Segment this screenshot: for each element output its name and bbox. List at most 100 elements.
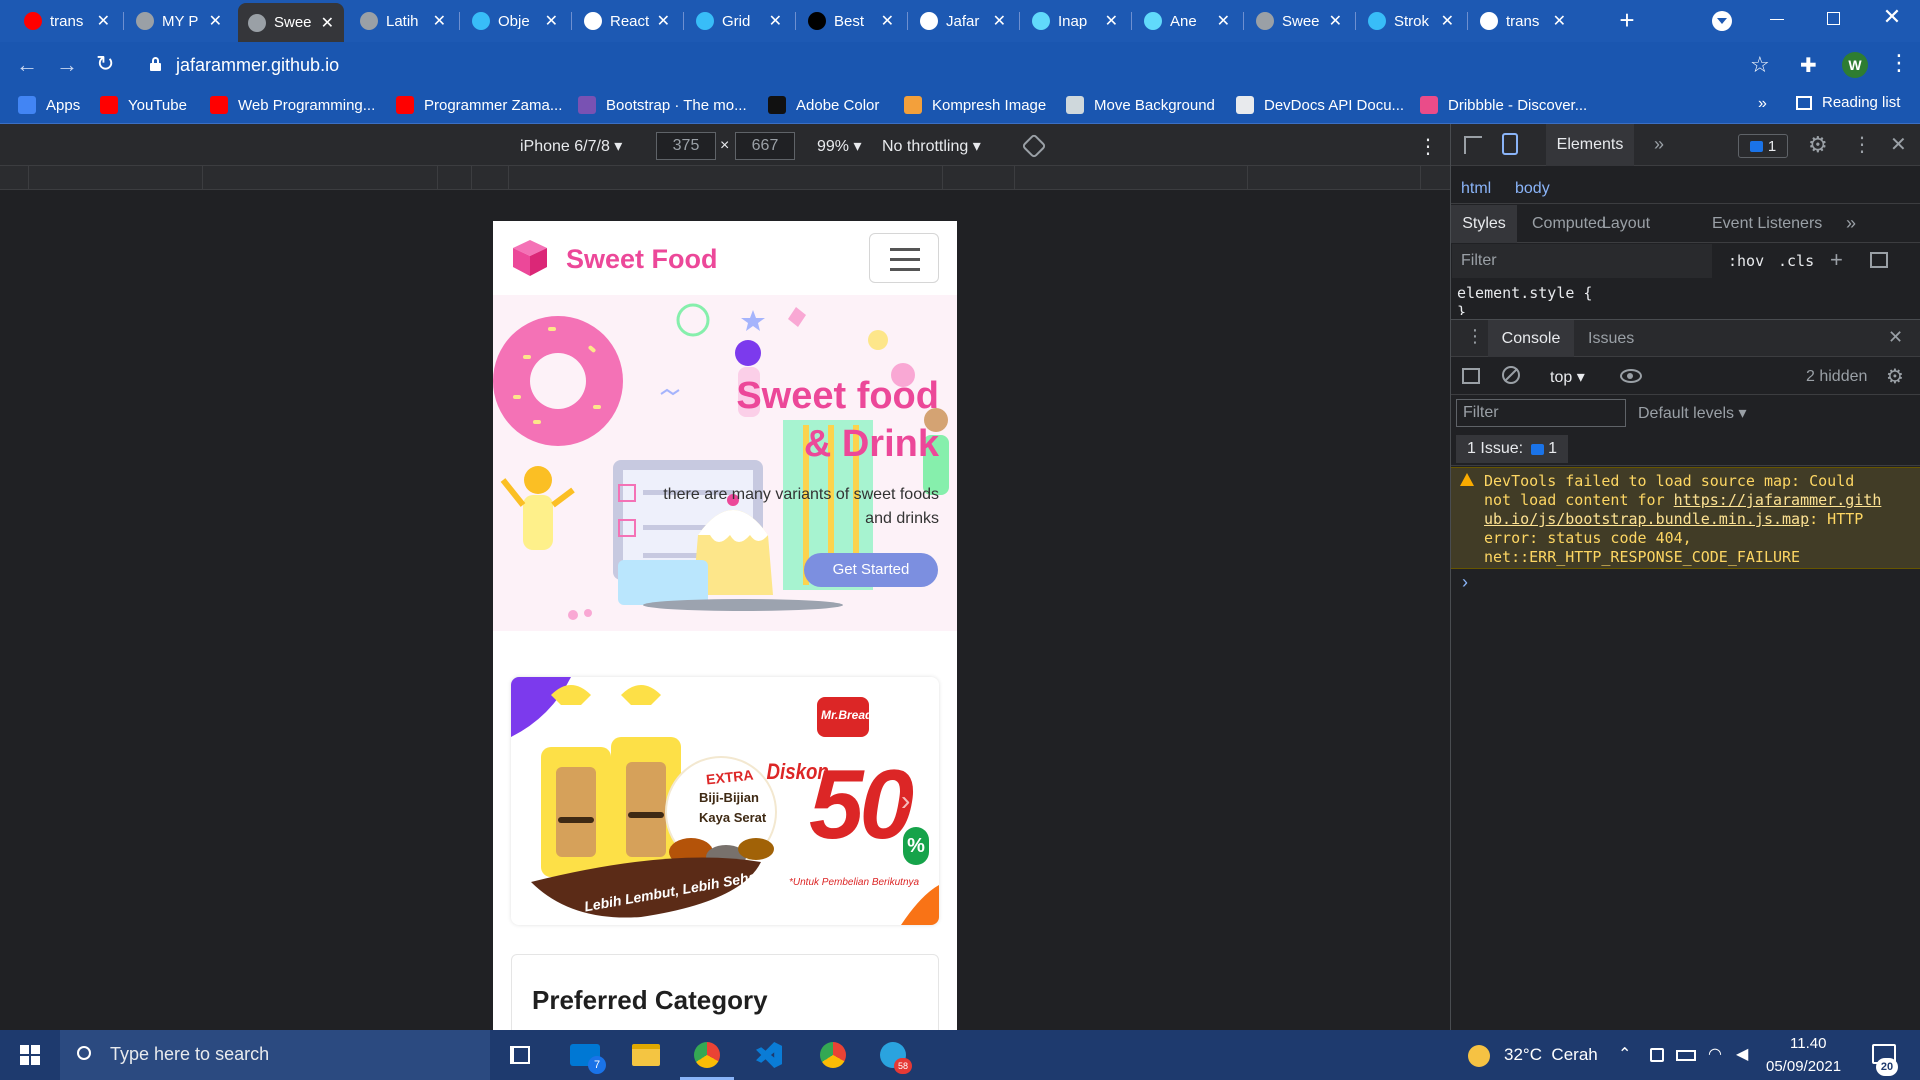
bookmark-7[interactable]: Kompresh Image (904, 96, 1046, 114)
clear-console-icon[interactable] (1502, 366, 1520, 384)
tab-9[interactable]: Jafar ✕ (910, 4, 1016, 38)
promo-banner[interactable]: Mr.Bread EXTRA Biji-Bijian Kaya Serat Di… (511, 677, 939, 925)
tab-12[interactable]: Swee ✕ (1246, 4, 1352, 38)
tab-close-icon[interactable]: ✕ (97, 11, 110, 31)
bookmark-8[interactable]: Move Background (1066, 96, 1215, 114)
weather-text[interactable]: 32°C Cerah (1504, 1045, 1598, 1065)
forward-icon[interactable]: → (56, 52, 80, 77)
carousel-next-icon[interactable]: › (901, 785, 910, 817)
breadcrumb-body[interactable]: body (1515, 180, 1550, 198)
tab-elements[interactable]: Elements (1546, 124, 1634, 166)
bookmark-2[interactable]: YouTube (100, 96, 187, 114)
reload-icon[interactable]: ↻ (96, 51, 120, 76)
tray-overflow-icon[interactable]: ⌃ (1618, 1044, 1631, 1064)
reading-list-button[interactable]: Reading list (1796, 94, 1900, 111)
tab-close-icon[interactable]: ✕ (1329, 11, 1342, 31)
browser-menu-icon[interactable]: ⋮ (1888, 50, 1910, 76)
bookmark-star-icon[interactable]: ☆ (1750, 52, 1770, 78)
tab-13[interactable]: Strok ✕ (1358, 4, 1464, 38)
profile-avatar[interactable]: W (1842, 52, 1868, 78)
tab-2[interactable]: MY P ✕ (126, 4, 232, 38)
drawer-close-icon[interactable]: ✕ (1888, 327, 1903, 348)
brand-name[interactable]: Sweet Food (566, 244, 718, 275)
element-style-rule[interactable]: element.style { (1457, 284, 1592, 302)
width-input[interactable]: 375 (656, 132, 716, 160)
issue-summary-button[interactable]: 1 Issue: 1 (1456, 435, 1568, 463)
console-filter-input[interactable]: Filter (1456, 399, 1626, 427)
bookmark-3[interactable]: Web Programming... (210, 96, 375, 114)
bookmark-6[interactable]: Adobe Color (768, 96, 879, 114)
devtools-close-icon[interactable]: ✕ (1890, 132, 1907, 157)
hov-toggle[interactable]: :hov (1728, 252, 1764, 270)
tab-14[interactable]: trans ✕ (1470, 4, 1576, 38)
tab-console[interactable]: Console (1488, 320, 1574, 357)
tray-device-icon[interactable] (1650, 1048, 1664, 1062)
tab-1[interactable]: trans ✕ (14, 4, 120, 38)
tab-5[interactable]: Obje ✕ (462, 4, 568, 38)
device-more-icon[interactable]: ⋮ (1418, 134, 1438, 159)
log-levels-select[interactable]: Default levels ▾ (1638, 403, 1747, 423)
bookmark-1[interactable]: Apps (18, 96, 80, 114)
tab-close-icon[interactable]: ✕ (209, 11, 222, 31)
taskbar-search-box[interactable]: Type here to search (60, 1030, 490, 1080)
url-text[interactable]: jafarammer.github.io (176, 55, 339, 76)
issues-counter-button[interactable]: 1 (1738, 134, 1788, 158)
tab-close-icon[interactable]: ✕ (321, 13, 334, 33)
styles-more-icon[interactable]: » (1846, 213, 1856, 234)
more-bookmarks-button[interactable]: » (1758, 95, 1767, 113)
throttle-select[interactable]: No throttling ▾ (882, 136, 981, 156)
warning-link-part-2[interactable]: ub.io/js/bootstrap.bundle.min.js.map (1484, 510, 1809, 528)
tab-10[interactable]: Inap ✕ (1022, 4, 1128, 38)
chrome-w-icon[interactable] (694, 1042, 720, 1068)
device-mode-icon[interactable] (1502, 133, 1518, 155)
warning-link-part-1[interactable]: https://jafarammer.gith (1674, 491, 1882, 509)
toggle-sidebar-icon[interactable] (1870, 252, 1888, 268)
file-explorer-icon[interactable] (632, 1044, 660, 1066)
height-input[interactable]: 667 (735, 132, 795, 160)
cube-logo-icon[interactable] (511, 238, 549, 278)
inspect-element-icon[interactable] (1464, 136, 1482, 154)
wifi-icon[interactable]: ◠ (1708, 1044, 1722, 1064)
windows-start-icon[interactable] (20, 1045, 40, 1065)
tab-7[interactable]: Grid ✕ (686, 4, 792, 38)
tab-close-icon[interactable]: ✕ (769, 11, 782, 31)
tab-close-icon[interactable]: ✕ (993, 11, 1006, 31)
extensions-icon[interactable]: ✚ (1800, 53, 1817, 78)
address-bar[interactable] (136, 48, 1766, 82)
clock-time[interactable]: 11.40 (1790, 1035, 1826, 1052)
more-panels-button[interactable]: » (1654, 134, 1664, 155)
console-prompt[interactable]: › (1462, 572, 1468, 593)
new-style-rule-icon[interactable]: + (1830, 247, 1843, 273)
media-query-ruler[interactable] (0, 166, 1450, 190)
drawer-menu-icon[interactable]: ⋮ (1466, 326, 1484, 347)
chrome-profile-icon[interactable] (820, 1042, 846, 1068)
tab-issues[interactable]: Issues (1588, 330, 1634, 348)
tab-close-icon[interactable]: ✕ (1553, 11, 1566, 31)
tab-close-icon[interactable]: ✕ (657, 11, 670, 31)
console-sidebar-icon[interactable] (1462, 368, 1480, 384)
bookmark-10[interactable]: Dribbble - Discover... (1420, 96, 1587, 114)
restore-icon[interactable] (1827, 12, 1840, 25)
tab-styles[interactable]: Styles (1451, 205, 1517, 243)
tab-search-icon[interactable] (1712, 11, 1732, 31)
tab-close-icon[interactable]: ✕ (881, 11, 894, 31)
breadcrumb-html[interactable]: html (1461, 180, 1491, 198)
get-started-button[interactable]: Get Started (804, 553, 938, 587)
bookmark-9[interactable]: DevDocs API Docu... (1236, 96, 1404, 114)
tab-3[interactable]: Swee ✕ (238, 3, 344, 42)
weather-icon[interactable] (1468, 1045, 1490, 1067)
tab-close-icon[interactable]: ✕ (1105, 11, 1118, 31)
bookmark-5[interactable]: Bootstrap · The mo... (578, 96, 747, 114)
tab-8[interactable]: Best ✕ (798, 4, 904, 38)
tab-close-icon[interactable]: ✕ (545, 11, 558, 31)
device-select[interactable]: iPhone 6/7/8 ▾ (520, 136, 622, 156)
devtools-menu-icon[interactable]: ⋮ (1852, 132, 1872, 157)
styles-filter-input[interactable]: Filter (1452, 244, 1712, 278)
cls-toggle[interactable]: .cls (1778, 252, 1814, 270)
minimize-icon[interactable] (1770, 19, 1784, 20)
zoom-select[interactable]: 99% ▾ (817, 136, 862, 156)
bookmark-4[interactable]: Programmer Zama... (396, 96, 562, 114)
devtools-settings-icon[interactable]: ⚙ (1808, 132, 1828, 158)
battery-icon[interactable] (1676, 1050, 1696, 1061)
task-view-icon[interactable] (510, 1046, 530, 1064)
